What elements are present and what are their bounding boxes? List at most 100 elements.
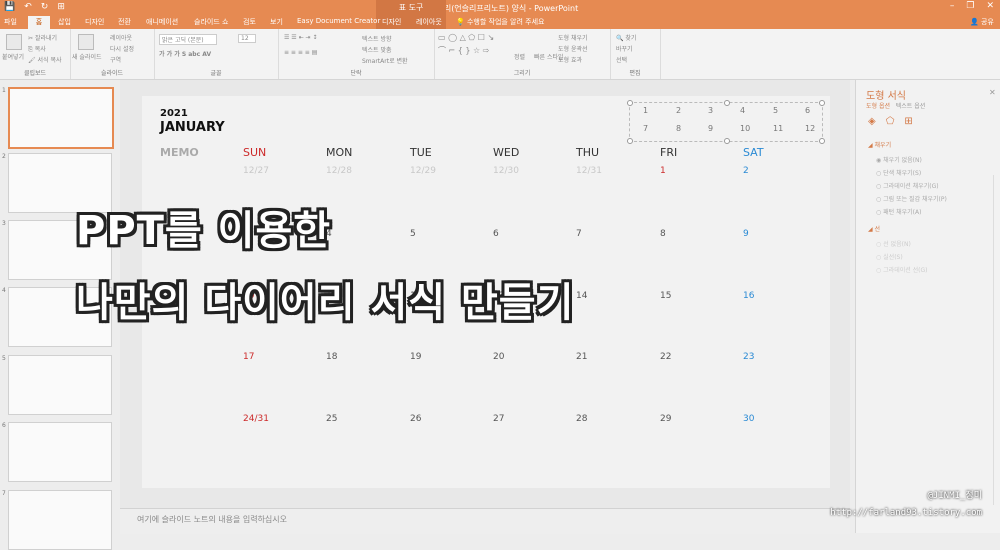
- calendar-day[interactable]: 12/30: [493, 166, 519, 176]
- fill-solid-radio[interactable]: ○ 단색 채우기(S): [876, 168, 921, 177]
- tab-shape-options[interactable]: 도형 옵션: [866, 103, 890, 110]
- align-icons[interactable]: ≡ ≡ ≡ ≡ ▤: [284, 49, 317, 56]
- calendar-day[interactable]: 12/27: [243, 166, 269, 176]
- slide-thumbnail[interactable]: [8, 422, 112, 482]
- calendar-day[interactable]: 14: [576, 291, 587, 301]
- calendar-day[interactable]: 24/31: [243, 414, 269, 424]
- new-slide-button[interactable]: 새 슬라이드: [72, 52, 102, 61]
- shapes-gallery-icon[interactable]: ▭ ◯ △ ⬠ ☐ ↘: [438, 33, 494, 42]
- cut-button[interactable]: ✂ 잘라내기: [28, 33, 57, 42]
- mini-calendar-month[interactable]: 11: [773, 124, 783, 133]
- tab-file[interactable]: 파일: [4, 17, 17, 27]
- resize-handle[interactable]: [819, 100, 825, 106]
- fill-picture-radio[interactable]: ○ 그림 또는 질감 채우기(P): [876, 194, 947, 203]
- mini-calendar-table[interactable]: [627, 100, 825, 144]
- tab-text-options[interactable]: 텍스트 옵션: [896, 103, 926, 110]
- shapes-gallery-icon-row2[interactable]: ⌒ ⌐ { } ☆ ⇨: [438, 45, 489, 56]
- tab-review[interactable]: 검토: [243, 17, 256, 27]
- mini-calendar-month[interactable]: 4: [740, 106, 745, 115]
- calendar-day[interactable]: 23: [743, 352, 754, 362]
- calendar-day[interactable]: 1: [660, 166, 666, 176]
- weekday-thu[interactable]: THU: [576, 146, 599, 159]
- calendar-day[interactable]: 2: [743, 166, 749, 176]
- tab-view[interactable]: 보기: [270, 17, 283, 27]
- calendar-day[interactable]: 21: [576, 352, 587, 362]
- tab-transitions[interactable]: 전환: [118, 17, 131, 27]
- mini-calendar-month[interactable]: 2: [676, 106, 681, 115]
- minimize-icon[interactable]: –: [950, 1, 955, 11]
- calendar-day[interactable]: 12/28: [326, 166, 352, 176]
- calendar-day[interactable]: 30: [743, 414, 754, 424]
- mini-calendar-month[interactable]: 10: [740, 124, 750, 133]
- effects-icon[interactable]: ⬠: [886, 116, 895, 127]
- mini-calendar-month[interactable]: 6: [805, 106, 810, 115]
- calendar-day[interactable]: 12/31: [576, 166, 602, 176]
- mini-calendar-month[interactable]: 9: [708, 124, 713, 133]
- calendar-day[interactable]: 18: [326, 352, 337, 362]
- fill-line-icon[interactable]: ◈: [868, 116, 876, 127]
- font-name-box[interactable]: 맑은 고딕 (본문): [159, 34, 217, 45]
- calendar-day[interactable]: 27: [493, 414, 504, 424]
- replace-button[interactable]: 바꾸기: [616, 44, 633, 53]
- mini-calendar-month[interactable]: 3: [708, 106, 713, 115]
- resize-handle[interactable]: [627, 100, 633, 106]
- line-gradient-radio[interactable]: ○ 그라데이션 선(G): [876, 265, 928, 274]
- tab-animations[interactable]: 애니메이션: [146, 17, 178, 27]
- fill-gradient-radio[interactable]: ○ 그라데이션 채우기(G): [876, 181, 939, 190]
- copy-button[interactable]: ⎘ 복사: [28, 44, 46, 54]
- calendar-day[interactable]: 22: [660, 352, 671, 362]
- weekday-fri[interactable]: FRI: [660, 146, 677, 159]
- calendar-day[interactable]: 9: [743, 229, 749, 239]
- format-painter-button[interactable]: 🖌 서식 복사: [28, 55, 62, 64]
- calendar-day[interactable]: 28: [576, 414, 587, 424]
- line-none-radio[interactable]: ○ 선 없음(N): [876, 239, 911, 248]
- mini-calendar-month[interactable]: 5: [773, 106, 778, 115]
- calendar-day[interactable]: 12/29: [410, 166, 436, 176]
- calendar-day[interactable]: 5: [410, 229, 416, 239]
- resize-handle[interactable]: [724, 100, 730, 106]
- tab-table-layout[interactable]: 레이아웃: [416, 17, 442, 27]
- mini-calendar-month[interactable]: 8: [676, 124, 681, 133]
- size-properties-icon[interactable]: ⊞: [904, 116, 912, 127]
- mini-calendar-month[interactable]: 12: [805, 124, 815, 133]
- weekday-wed[interactable]: WED: [493, 146, 519, 159]
- restore-icon[interactable]: ❐: [966, 1, 974, 11]
- align-text-button[interactable]: 텍스트 맞춤: [362, 45, 392, 54]
- calendar-day[interactable]: 29: [660, 414, 671, 424]
- slide-thumbnail[interactable]: [8, 355, 112, 415]
- new-slide-icon[interactable]: [78, 34, 94, 50]
- weekday-mon[interactable]: MON: [326, 146, 352, 159]
- tab-slideshow[interactable]: 슬라이드 쇼: [194, 17, 228, 27]
- close-icon[interactable]: ✕: [986, 1, 994, 11]
- section-button[interactable]: 구역: [110, 55, 121, 64]
- share-button[interactable]: 👤 공유: [970, 17, 994, 27]
- tab-design[interactable]: 디자인: [85, 17, 104, 27]
- resize-handle[interactable]: [627, 138, 633, 144]
- tab-home[interactable]: 홈: [28, 16, 50, 29]
- reset-button[interactable]: 다시 설정: [110, 44, 134, 53]
- calendar-day[interactable]: 6: [493, 229, 499, 239]
- fill-section-header[interactable]: ◢ 채우기: [868, 140, 891, 149]
- fill-pattern-radio[interactable]: ○ 패턴 채우기(A): [876, 207, 921, 216]
- calendar-day[interactable]: 19: [410, 352, 421, 362]
- line-solid-radio[interactable]: ○ 실선(S): [876, 252, 903, 261]
- tab-easy-document-creator[interactable]: Easy Document Creator: [297, 17, 380, 25]
- layout-button[interactable]: 레이아웃: [110, 33, 132, 42]
- paste-icon[interactable]: [6, 34, 22, 50]
- memo-label[interactable]: MEMO: [160, 146, 199, 159]
- tab-insert[interactable]: 삽입: [58, 17, 71, 27]
- pane-close-icon[interactable]: ✕: [989, 88, 996, 97]
- calendar-day[interactable]: 8: [660, 229, 666, 239]
- tell-me-search[interactable]: 💡 수행할 작업을 알려 주세요: [456, 17, 544, 27]
- weekday-sun[interactable]: SUN: [243, 146, 266, 159]
- arrange-button[interactable]: 정렬: [514, 52, 525, 61]
- calendar-day[interactable]: 7: [576, 229, 582, 239]
- fill-none-radio[interactable]: ◉ 채우기 없음(N): [876, 155, 922, 164]
- calendar-day[interactable]: 17: [243, 352, 254, 362]
- calendar-day[interactable]: 25: [326, 414, 337, 424]
- shape-fill-button[interactable]: 도형 채우기: [558, 33, 588, 42]
- calendar-day[interactable]: 15: [660, 291, 671, 301]
- calendar-year[interactable]: 2021: [160, 108, 188, 119]
- mini-calendar-month[interactable]: 1: [643, 106, 648, 115]
- smartart-button[interactable]: SmartArt로 변환: [362, 56, 408, 65]
